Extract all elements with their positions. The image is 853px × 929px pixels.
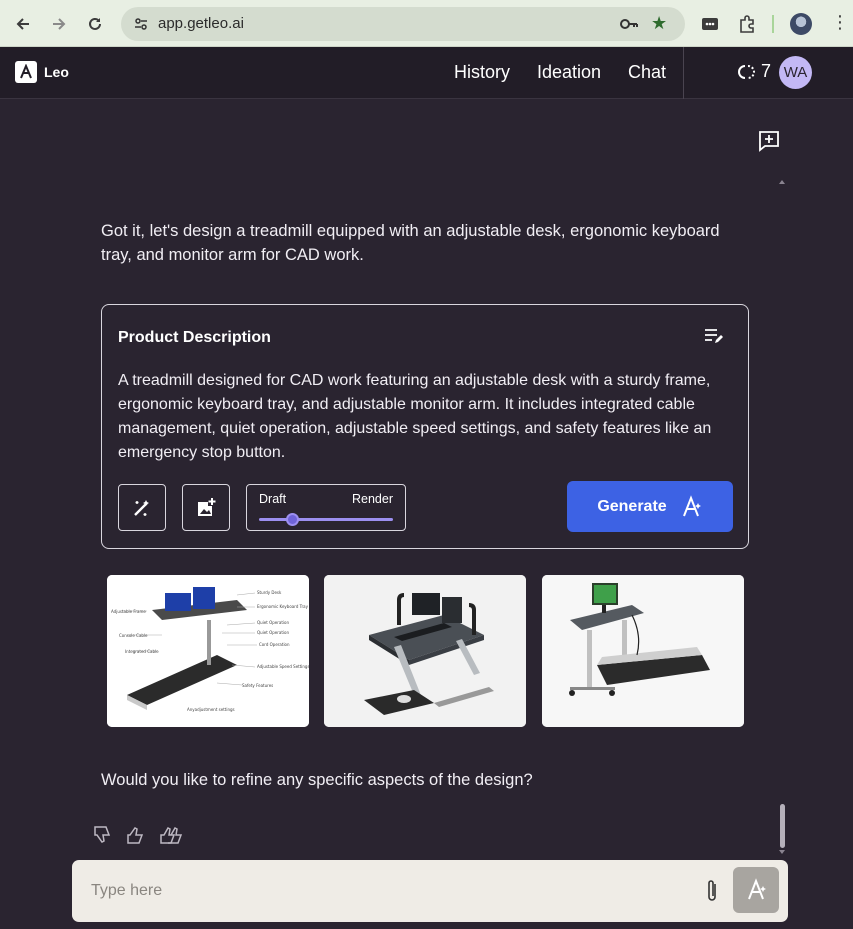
browser-profile-avatar[interactable] xyxy=(790,13,812,35)
nav-ideation[interactable]: Ideation xyxy=(537,62,601,83)
leo-logo-icon xyxy=(748,878,766,900)
double-thumbs-up-icon[interactable] xyxy=(159,824,185,846)
card-title: Product Description xyxy=(118,329,271,346)
back-icon[interactable] xyxy=(11,12,35,36)
product-description-card: Product Description A treadmill designed… xyxy=(101,304,749,549)
thumbs-up-icon[interactable] xyxy=(125,824,147,846)
svg-text:Adjustable Frame: Adjustable Frame xyxy=(111,609,146,614)
generate-button[interactable]: Generate xyxy=(567,481,733,532)
product-description-text: A treadmill designed for CAD work featur… xyxy=(118,372,712,461)
generated-image[interactable] xyxy=(542,575,744,727)
assistant-follow-up: Would you like to refine any specific as… xyxy=(101,771,533,789)
assistant-message: Got it, let's design a treadmill equippe… xyxy=(101,222,720,264)
forward-icon[interactable] xyxy=(47,12,71,36)
svg-text:Quiet Operation: Quiet Operation xyxy=(257,630,289,635)
message-input[interactable] xyxy=(72,860,692,922)
quality-min-label: Draft xyxy=(259,492,287,506)
svg-text:Console Cable: Console Cable xyxy=(119,633,148,638)
svg-text:Anyadjustment settings: Anyadjustment settings xyxy=(187,707,235,712)
browser-toolbar: app.getleo.ai ★ ⋮ xyxy=(0,0,853,47)
slider-track[interactable] xyxy=(259,518,393,521)
bookmark-star-icon[interactable]: ★ xyxy=(651,13,667,34)
logo-text[interactable]: Leo xyxy=(44,64,69,80)
toolbar-separator xyxy=(772,15,774,33)
credits-icon xyxy=(738,64,755,79)
puzzle-icon[interactable] xyxy=(737,14,757,34)
paperclip-icon[interactable] xyxy=(704,877,720,905)
nav-chat[interactable]: Chat xyxy=(628,62,666,83)
generated-image[interactable]: Sturdy Desk Ergonomic Keyboard Tray Quiet … xyxy=(107,575,309,727)
svg-text:Ergonomic Keyboard Tray: Ergonomic Keyboard Tray xyxy=(257,604,309,609)
generate-label: Generate xyxy=(597,497,667,515)
quality-max-label: Render xyxy=(352,492,393,506)
header-divider xyxy=(683,47,684,99)
reload-icon[interactable] xyxy=(83,12,107,36)
add-image-button[interactable] xyxy=(182,484,230,531)
credits-count: 7 xyxy=(761,61,772,81)
svg-text:Quiet Operation: Quiet Operation xyxy=(257,620,289,625)
app-header: Leo History Ideation Chat 7 WA xyxy=(0,47,853,99)
edit-notes-icon[interactable] xyxy=(704,327,724,345)
send-button[interactable] xyxy=(733,867,779,913)
svg-text:Integrated Cable: Integrated Cable xyxy=(125,649,159,654)
svg-text:Adjustable Speed Settings: Adjustable Speed Settings xyxy=(257,664,309,669)
extension-icon[interactable] xyxy=(700,14,720,34)
credits-counter[interactable]: 7 xyxy=(736,61,771,82)
quality-slider[interactable]: Draft Render xyxy=(246,484,406,531)
generated-image[interactable] xyxy=(324,575,526,727)
chat-scrollbar[interactable] xyxy=(780,804,785,848)
site-settings-icon[interactable] xyxy=(133,16,149,32)
new-chat-icon[interactable] xyxy=(757,129,781,153)
svg-text:Safety Features: Safety Features xyxy=(242,683,273,688)
add-image-icon xyxy=(198,497,216,516)
magic-edit-button[interactable] xyxy=(118,484,166,531)
thumbs-down-icon[interactable] xyxy=(92,824,114,846)
leo-logo-icon xyxy=(682,494,701,516)
message-composer xyxy=(72,860,788,922)
svg-text:Sturdy Desk: Sturdy Desk xyxy=(257,590,282,595)
magic-wand-icon xyxy=(134,499,149,516)
url-text[interactable]: app.getleo.ai xyxy=(158,15,244,32)
address-bar[interactable]: app.getleo.ai ★ xyxy=(121,7,685,41)
leo-logo-icon[interactable] xyxy=(15,61,37,83)
key-icon[interactable] xyxy=(619,16,639,32)
browser-menu-icon[interactable]: ⋮ xyxy=(831,12,849,33)
scroll-down-arrow[interactable] xyxy=(779,850,785,854)
slider-handle[interactable] xyxy=(286,513,299,526)
user-avatar[interactable]: WA xyxy=(779,56,812,89)
scroll-up-arrow[interactable] xyxy=(779,180,785,184)
svg-text:Cord Operation: Cord Operation xyxy=(259,642,290,647)
nav-history[interactable]: History xyxy=(454,62,510,83)
